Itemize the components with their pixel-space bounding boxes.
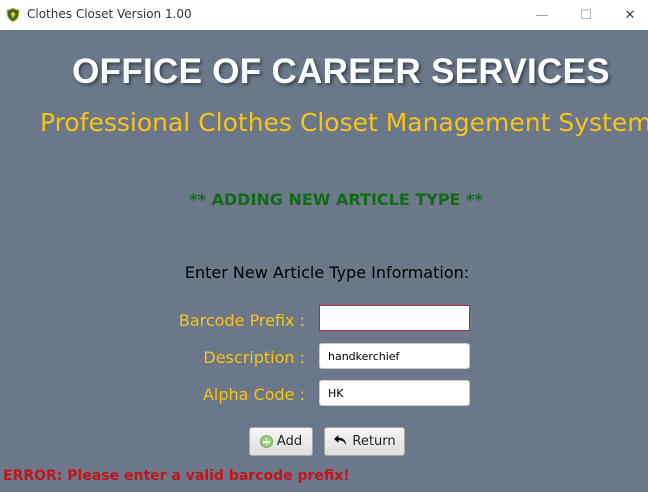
close-button[interactable]: ✕: [608, 0, 648, 30]
shield-crest-icon: [6, 7, 20, 23]
mode-heading: ** ADDING NEW ARTICLE TYPE **: [189, 190, 483, 209]
description-input[interactable]: [319, 343, 470, 369]
return-arrow-icon: [333, 434, 348, 450]
add-circle-icon: [259, 435, 273, 448]
return-button-label: Return: [352, 434, 396, 449]
description-label: Description :: [203, 348, 305, 367]
office-heading: OFFICE OF CAREER SERVICES: [72, 52, 610, 91]
add-button[interactable]: Add: [249, 427, 313, 456]
system-subtitle: Professional Clothes Closet Management S…: [40, 108, 648, 137]
return-button[interactable]: Return: [324, 427, 405, 456]
alpha-code-label: Alpha Code :: [202, 385, 305, 404]
add-button-label: Add: [276, 434, 303, 449]
maximize-button[interactable]: ☐: [564, 0, 608, 30]
barcode-prefix-input[interactable]: [319, 305, 470, 331]
title-bar[interactable]: Clothes Closet Version 1.00 — ☐ ✕: [0, 0, 648, 30]
minimize-button[interactable]: —: [520, 0, 564, 30]
error-message: ERROR: Please enter a valid barcode pref…: [3, 468, 350, 484]
window-title: Clothes Closet Version 1.00: [27, 7, 192, 21]
alpha-code-input[interactable]: [319, 380, 470, 406]
app-window: Clothes Closet Version 1.00 — ☐ ✕ OFFICE…: [0, 0, 648, 492]
barcode-prefix-label: Barcode Prefix :: [178, 311, 305, 330]
form-prompt: Enter New Article Type Information:: [184, 263, 470, 282]
main-panel: OFFICE OF CAREER SERVICES Professional C…: [0, 30, 648, 492]
